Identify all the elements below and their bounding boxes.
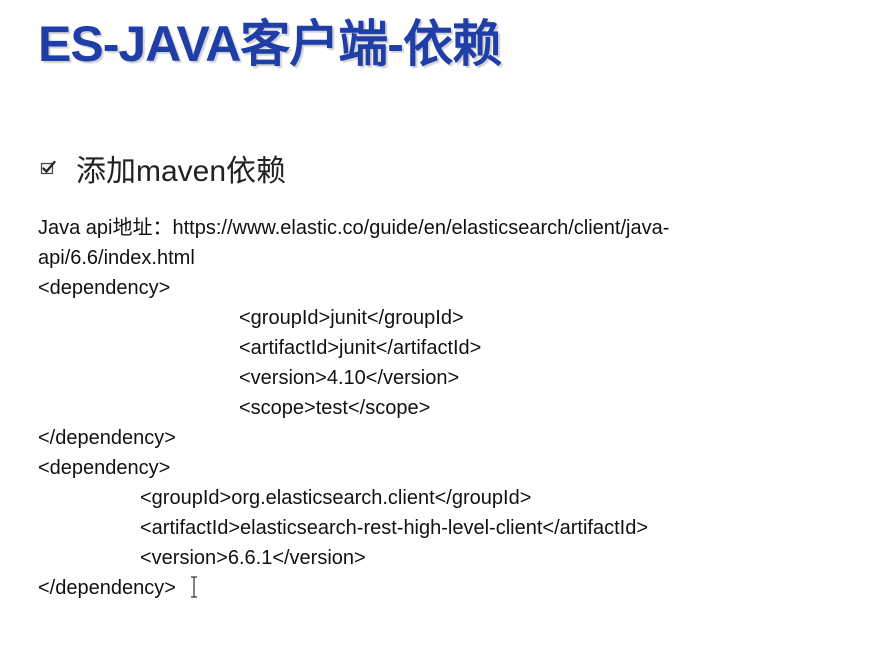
version-line: <version>6.6.1</version> xyxy=(140,547,366,569)
dependency-close-row: </dependency> xyxy=(38,573,669,603)
bullet-text: 添加maven依赖 xyxy=(76,155,287,188)
text-cursor-icon xyxy=(190,576,198,598)
api-url-line: Java api地址：https://www.elastic.co/guide/… xyxy=(38,217,670,239)
version-line: <version>4.10</version> xyxy=(239,367,460,389)
artifact-id-line: <artifactId>junit</artifactId> xyxy=(239,337,482,359)
dependency-open: <dependency> xyxy=(38,277,171,299)
artifact-id-line: <artifactId>elasticsearch-rest-high-leve… xyxy=(140,517,649,539)
checkbox-checked-icon xyxy=(40,160,56,176)
dependency-close: </dependency> xyxy=(38,427,176,449)
api-url-line-cont: api/6.6/index.html xyxy=(38,247,195,269)
group-id-line: <groupId>org.elasticsearch.client</group… xyxy=(140,487,532,509)
scope-line: <scope>test</scope> xyxy=(239,397,431,419)
bullet-item: 添加maven依赖 xyxy=(40,146,286,190)
slide-title: ES-JAVA客户端-依赖 xyxy=(38,16,502,72)
dependency-close: </dependency> xyxy=(38,577,176,599)
group-id-line: <groupId>junit</groupId> xyxy=(239,307,464,329)
dependency-open: <dependency> xyxy=(38,457,171,479)
code-block: Java api地址：https://www.elastic.co/guide/… xyxy=(38,213,669,603)
